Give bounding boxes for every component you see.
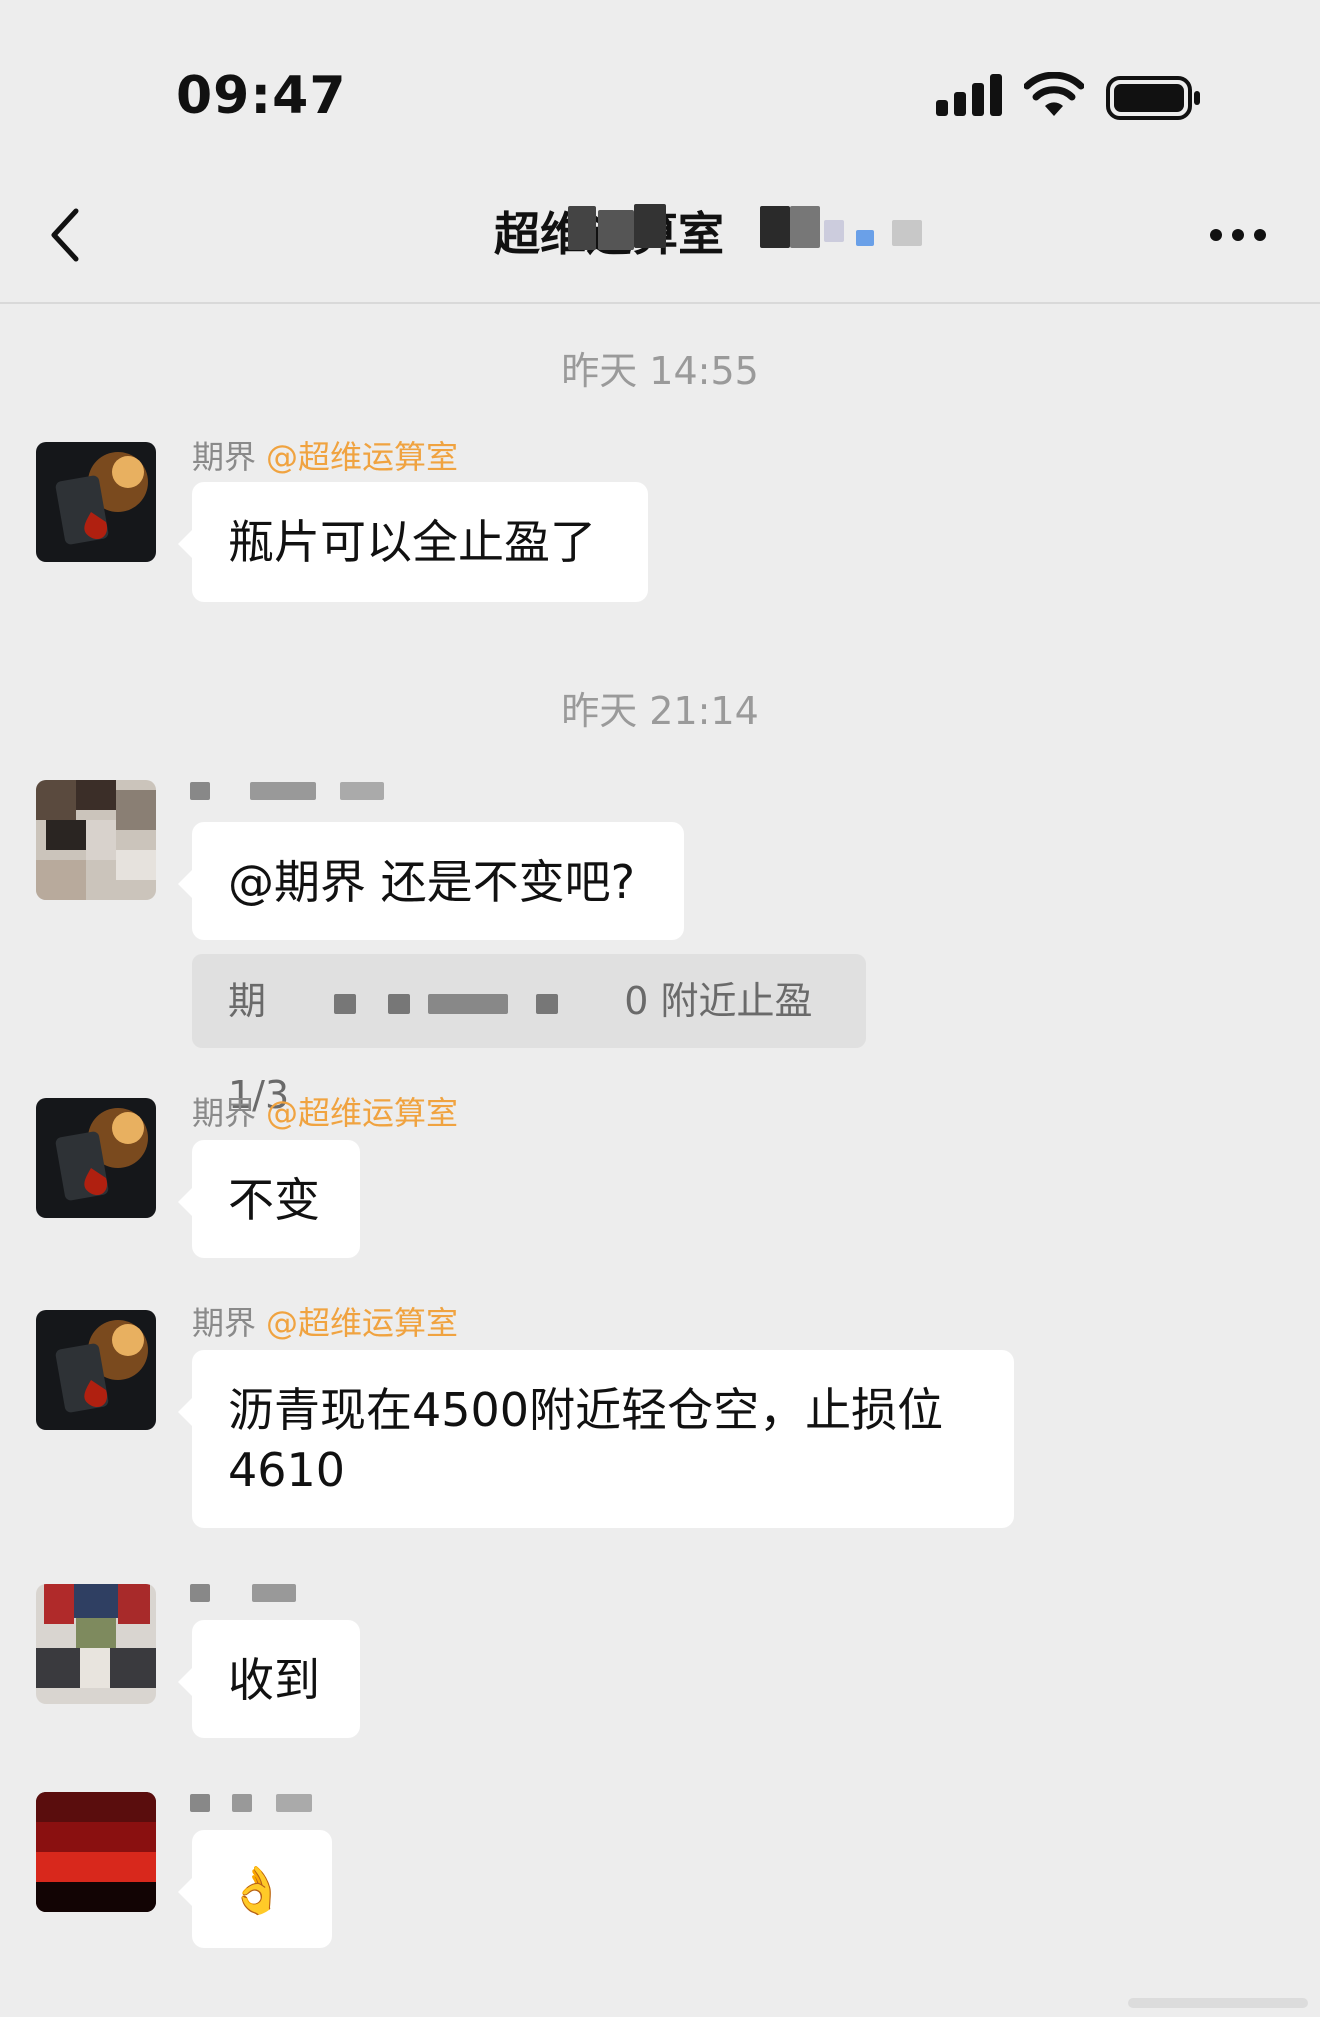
message-text: 收到 xyxy=(228,1653,320,1707)
more-button[interactable] xyxy=(1208,215,1268,255)
avatar-image xyxy=(36,780,156,900)
message-bubble[interactable]: 瓶片可以全止盈了 xyxy=(178,482,648,602)
back-button[interactable] xyxy=(40,205,90,265)
avatar-image xyxy=(36,1098,156,1218)
message-bubble[interactable]: 收到 xyxy=(178,1620,360,1738)
avatar-image xyxy=(36,1792,156,1912)
emoji-text: 👌 xyxy=(228,1863,286,1917)
sender-line: 期界 @超维运算室 xyxy=(192,1088,458,1134)
quote-redacted xyxy=(278,993,612,1014)
wifi-icon xyxy=(1024,72,1084,116)
status-time: 09:47 xyxy=(176,66,347,126)
message-text: 瓶片可以全止盈了 xyxy=(228,515,596,569)
message-text: @期界 还是不变吧? xyxy=(228,855,636,909)
message-bubble[interactable]: 👌 xyxy=(178,1830,332,1948)
avatar[interactable] xyxy=(36,1792,156,1912)
message-text-line: 沥青现在4500附近轻仓空，止损位 xyxy=(228,1383,944,1437)
chat-title: 超维运算室 xyxy=(494,200,934,264)
sender-name: 期界 xyxy=(192,438,257,476)
message-text: 不变 xyxy=(228,1173,320,1227)
sender-name-blurred xyxy=(190,1792,350,1814)
avatar[interactable] xyxy=(36,780,156,900)
sender-line: 期界 @超维运算室 xyxy=(192,432,458,478)
avatar-image xyxy=(36,1584,156,1704)
avatar[interactable] xyxy=(36,1098,156,1218)
sender-name-blurred xyxy=(190,778,390,802)
mention-tag[interactable]: @超维运算室 xyxy=(266,438,458,476)
sender-name: 期界 xyxy=(192,1094,257,1132)
quoted-reply[interactable]: 期 0 附近止盈 1/3 xyxy=(192,954,866,1117)
mention-tag[interactable]: @超维运算室 xyxy=(266,1304,458,1342)
message-bubble[interactable]: 不变 xyxy=(178,1140,360,1258)
avatar[interactable] xyxy=(36,442,156,562)
sender-line: 期界 @超维运算室 xyxy=(192,1298,458,1344)
battery-icon xyxy=(1106,76,1200,120)
avatar[interactable] xyxy=(36,1584,156,1704)
mention-tag[interactable]: @超维运算室 xyxy=(266,1094,458,1132)
watermark-icon xyxy=(1128,1998,1308,2008)
avatar-image xyxy=(36,1310,156,1430)
signal-icon xyxy=(936,74,1002,116)
sender-name: 期界 xyxy=(192,1304,257,1342)
avatar[interactable] xyxy=(36,1310,156,1430)
sender-name-blurred xyxy=(190,1582,310,1604)
avatar-image xyxy=(36,442,156,562)
message-bubble[interactable]: 沥青现在4500附近轻仓空，止损位 4610 xyxy=(178,1350,1014,1528)
timestamp: 昨天 14:55 xyxy=(561,349,759,393)
quote-prefix: 期 xyxy=(228,979,267,1023)
message-text-line: 4610 xyxy=(228,1443,346,1497)
timestamp: 昨天 21:14 xyxy=(561,689,759,733)
message-bubble[interactable]: @期界 还是不变吧? xyxy=(178,822,684,940)
